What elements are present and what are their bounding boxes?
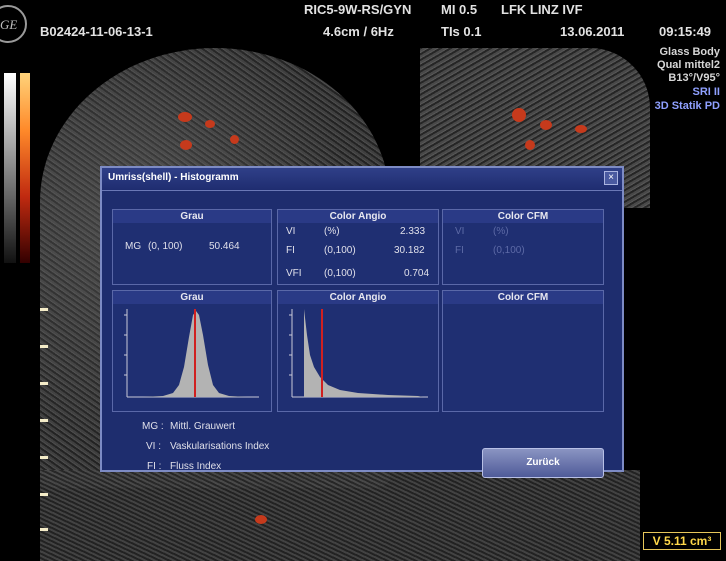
depth-marker: [40, 456, 48, 459]
vi-label: VI: [286, 226, 296, 237]
mg-label: MG: [125, 241, 142, 252]
doppler-blob: [512, 108, 526, 122]
panel-color-angio-stats: Color Angio VI (%) 2.333 FI (0,100) 30.1…: [277, 209, 439, 285]
histogram-dialog: Umriss(shell) - Histogramm × Grau MG (0,…: [100, 166, 624, 478]
fi-range: (0,100): [324, 245, 356, 256]
depth-marker: [40, 308, 48, 311]
site-label: LFK LINZ IVF: [501, 2, 583, 17]
vfi-range: (0,100): [324, 268, 356, 279]
dialog-titlebar: Umriss(shell) - Histogramm ×: [102, 168, 622, 191]
panel-color-cfm-histogram: Color CFM: [442, 290, 604, 412]
vfi-label: VFI: [286, 268, 302, 279]
panel-header: Color CFM: [443, 210, 603, 223]
color-scale-bar: [20, 73, 30, 263]
panel-color-cfm-stats: Color CFM VI (%) FI (0,100): [442, 209, 604, 285]
mi-label: MI 0.5: [441, 2, 478, 17]
header-bar: GE RIC5-9W-RS/GYN MI 0.5 LFK LINZ IVF B0…: [0, 0, 726, 44]
legend-fi-key: FI :: [147, 461, 162, 472]
info-angles: B13°/V95°: [668, 72, 720, 84]
grayscale-bar: [4, 73, 16, 263]
legend-fi-text: Fluss Index: [170, 461, 222, 472]
depth-marker: [40, 528, 48, 531]
legend-mg-key: MG :: [142, 421, 164, 432]
panel-color-angio-histogram: Color Angio: [277, 290, 439, 412]
probe-label: RIC5-9W-RS/GYN: [304, 2, 412, 17]
panel-header: Color Angio: [278, 210, 438, 223]
date-label: 13.06.2011: [560, 24, 625, 39]
doppler-blob: [180, 140, 192, 150]
info-quality: Qual mittel2: [657, 59, 720, 71]
cfm-vi-label: VI: [455, 226, 465, 237]
depth-marker: [40, 493, 48, 496]
doppler-blob: [575, 125, 587, 133]
doppler-blob: [540, 120, 552, 130]
info-preset: Glass Body: [659, 46, 720, 58]
depth-freq-label: 4.6cm / 6Hz: [323, 24, 394, 39]
close-icon[interactable]: ×: [604, 171, 618, 185]
info-sri: SRI II: [692, 86, 720, 98]
legend-vi-key: VI :: [146, 441, 162, 452]
cfm-vi-range: (%): [493, 226, 509, 237]
time-label: 09:15:49: [659, 24, 712, 39]
depth-marker: [40, 382, 48, 385]
dialog-title: Umriss(shell) - Histogramm: [108, 172, 239, 183]
ultrasound-image-bottom: [40, 470, 640, 561]
doppler-blob: [178, 112, 192, 122]
panel-grau-histogram: Grau: [112, 290, 272, 412]
panel-header: Color Angio: [278, 291, 438, 304]
info-mode: 3D Statik PD: [654, 100, 720, 112]
fi-label: FI: [286, 245, 295, 256]
doppler-blob: [205, 120, 215, 128]
panel-header: Color CFM: [443, 291, 603, 304]
patient-id: B02424-11-06-13-1: [40, 24, 153, 39]
panel-header: Grau: [113, 291, 271, 304]
vfi-value: 0.704: [404, 268, 430, 279]
panel-header: Grau: [113, 210, 271, 223]
mg-value: 50.464: [209, 241, 240, 252]
grau-histogram-chart: [124, 309, 259, 398]
depth-marker: [40, 419, 48, 422]
vi-range: (%): [324, 226, 340, 237]
vi-value: 2.333: [400, 226, 426, 237]
color-angio-histogram-chart: [289, 309, 428, 398]
fi-value: 30.182: [394, 245, 425, 256]
svg-text:GE: GE: [0, 17, 17, 32]
depth-marker: [40, 345, 48, 348]
panel-grau-stats: Grau MG (0, 100) 50.464: [112, 209, 272, 285]
doppler-blob: [255, 515, 267, 524]
doppler-blob: [525, 140, 535, 150]
cfm-fi-label: FI: [455, 245, 464, 256]
doppler-blob: [230, 135, 239, 144]
mg-range: (0, 100): [148, 241, 183, 252]
back-button[interactable]: Zurück: [482, 448, 604, 478]
legend-mg-text: Mittl. Grauwert: [170, 421, 236, 432]
ge-logo-icon: GE: [0, 5, 27, 43]
legend-vi-text: Vaskularisations Index: [170, 441, 270, 452]
volume-readout: V 5.11 cm³: [643, 532, 721, 550]
tis-label: TIs 0.1: [441, 24, 482, 39]
cfm-fi-range: (0,100): [493, 245, 525, 256]
